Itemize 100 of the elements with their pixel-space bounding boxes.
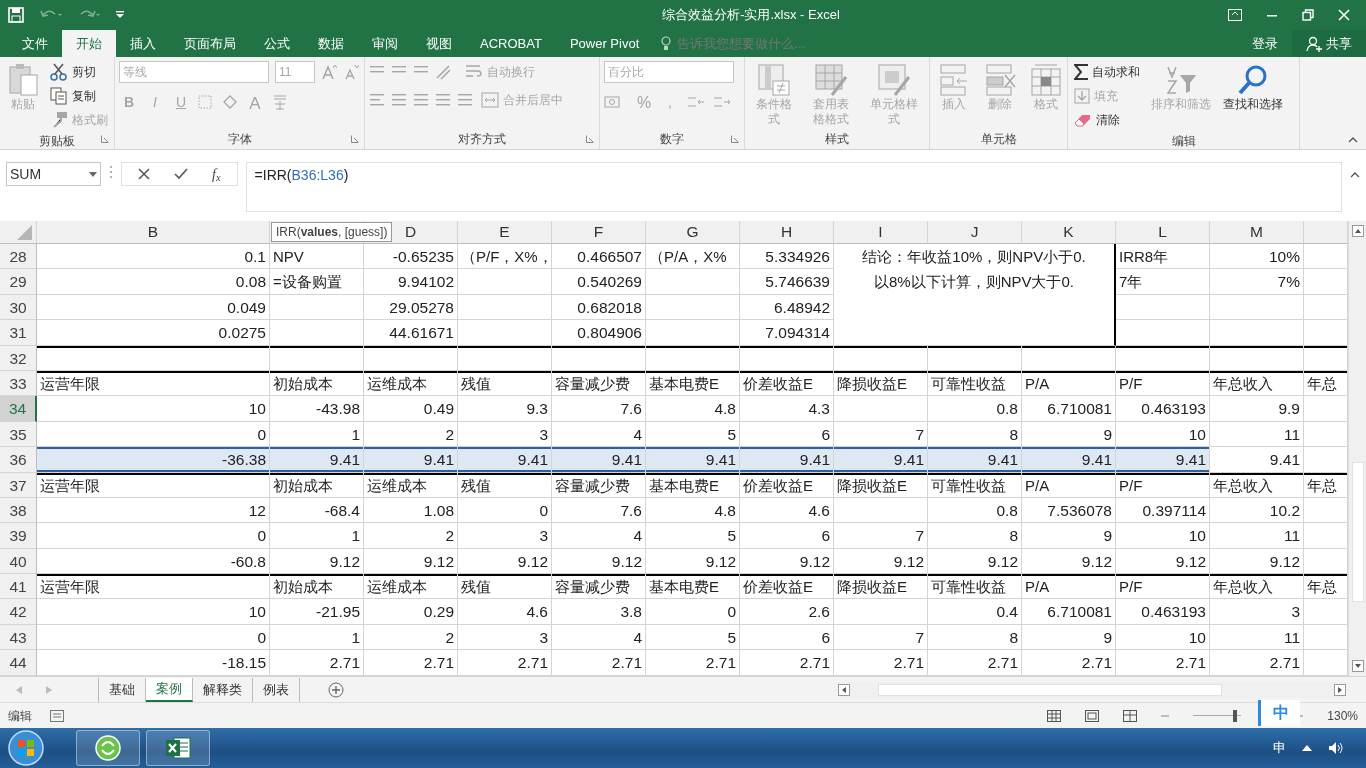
scroll-left-icon[interactable] — [838, 683, 850, 696]
row-header[interactable]: 37 — [0, 472, 37, 498]
macro-record-icon[interactable] — [50, 709, 64, 722]
ribbon-button[interactable]: 查找和选择 — [1220, 61, 1286, 114]
row-header[interactable]: 41 — [0, 574, 37, 600]
save-icon[interactable] — [8, 7, 24, 23]
sigma-icon[interactable] — [1074, 64, 1088, 80]
row-header[interactable]: 30 — [0, 294, 37, 321]
page-break-icon[interactable] — [1123, 709, 1138, 722]
row-header[interactable]: 42 — [0, 599, 37, 625]
expand-formula-icon[interactable] — [1350, 172, 1360, 178]
dialog-launcher-icon[interactable] — [586, 135, 594, 143]
ribbon-tab[interactable]: 插入 — [116, 30, 170, 57]
fill-color-icon[interactable] — [221, 94, 239, 110]
sheet-tab[interactable]: 解释类 — [193, 677, 253, 702]
sheet-tab[interactable]: 案例 — [146, 677, 193, 702]
ribbon-tab[interactable]: 视图 — [412, 30, 466, 57]
decrease-indent-icon[interactable] — [435, 92, 451, 108]
shrink-font-icon[interactable] — [343, 64, 359, 80]
column-header[interactable]: K — [1022, 221, 1116, 244]
column-header[interactable]: F — [552, 221, 646, 244]
ribbon-tab[interactable]: 审阅 — [358, 30, 412, 57]
row-header[interactable]: 36 — [0, 447, 37, 473]
ribbon-tab[interactable]: Power Pivot — [555, 30, 654, 57]
page-layout-icon[interactable] — [1085, 709, 1100, 722]
row-header[interactable]: 32 — [0, 345, 37, 371]
slider-thumb[interactable] — [1232, 709, 1237, 722]
column-header[interactable]: B — [37, 221, 270, 244]
row-header[interactable]: 38 — [0, 497, 37, 524]
dialog-launcher-icon[interactable] — [731, 135, 739, 143]
speaker-icon[interactable] — [1328, 741, 1344, 755]
border-icon[interactable] — [197, 94, 215, 110]
name-box[interactable]: SUM — [6, 162, 101, 186]
ribbon-button[interactable]: 复制 — [48, 85, 110, 107]
row-header[interactable]: 44 — [0, 650, 37, 676]
column-header[interactable]: J — [928, 221, 1022, 244]
taskbar-app[interactable] — [76, 730, 140, 766]
row-header[interactable]: 40 — [0, 548, 37, 575]
align-center-icon[interactable] — [391, 92, 407, 108]
ime-indicator[interactable]: 中 — [1258, 700, 1300, 726]
column-header[interactable]: L — [1116, 221, 1210, 244]
grow-font-icon[interactable] — [321, 64, 337, 80]
vertical-scrollbar[interactable] — [1348, 221, 1366, 676]
increase-decimal-icon[interactable] — [686, 94, 706, 110]
scroll-up-icon[interactable] — [1351, 225, 1364, 237]
restore-icon[interactable] — [1302, 9, 1314, 21]
copy-icon[interactable] — [50, 87, 68, 105]
row-header[interactable]: 29 — [0, 269, 37, 295]
share-button[interactable]: 共享 — [1292, 30, 1366, 57]
ribbon-tab[interactable]: 开始 — [62, 30, 116, 57]
column-header[interactable]: M — [1210, 221, 1304, 244]
row-header[interactable]: 43 — [0, 624, 37, 651]
collapse-ribbon-icon[interactable] — [1348, 137, 1358, 143]
column-header[interactable]: G — [646, 221, 740, 244]
ribbon-button[interactable]: 清除 — [1072, 109, 1142, 131]
tell-me-field[interactable]: 告诉我您想要做什么... — [675, 32, 876, 55]
ribbon-tab[interactable]: 文件 — [8, 30, 62, 57]
ribbon-tab[interactable]: 页面布局 — [170, 30, 250, 57]
ribbon-tab[interactable]: ACROBAT — [466, 30, 556, 57]
insert-function-button[interactable]: f$_{x}$ — [212, 163, 221, 185]
align-left-icon[interactable] — [369, 92, 385, 108]
close-icon[interactable] — [1338, 9, 1350, 21]
ribbon-button[interactable]: 自动求和 — [1072, 61, 1142, 83]
dialog-launcher-icon[interactable] — [351, 135, 359, 143]
previous-sheet-icon[interactable] — [16, 685, 22, 694]
row-header[interactable]: 34 — [0, 396, 37, 422]
customize-icon[interactable] — [116, 11, 124, 19]
ribbon-tab[interactable]: 数据 — [304, 30, 358, 57]
align-right-icon[interactable] — [413, 92, 429, 108]
column-header[interactable]: E — [458, 221, 552, 244]
tray-arrow-icon[interactable] — [1302, 745, 1312, 751]
start-button[interactable] — [6, 729, 46, 767]
scissors-icon[interactable] — [50, 63, 68, 81]
dialog-launcher-icon[interactable] — [101, 135, 109, 143]
column-header[interactable]: I — [834, 221, 928, 244]
decrease-decimal-icon[interactable] — [712, 94, 732, 110]
formula-input[interactable]: =IRR(B36:L36) — [245, 162, 1342, 212]
enter-icon[interactable] — [174, 168, 188, 180]
column-header[interactable]: H — [740, 221, 834, 244]
taskbar-app[interactable] — [146, 730, 210, 766]
row-header[interactable]: 33 — [0, 370, 37, 397]
row-header[interactable]: 31 — [0, 320, 37, 346]
zoom-level[interactable]: 130% — [1327, 706, 1358, 725]
phonetic-guide-icon[interactable] — [271, 93, 289, 111]
scroll-right-icon[interactable] — [1334, 683, 1346, 696]
add-sheet-icon[interactable] — [328, 681, 344, 698]
horizontal-scrollbar[interactable] — [838, 681, 1346, 698]
scroll-down-icon[interactable] — [1351, 660, 1364, 672]
ribbon-button[interactable]: 剪切 — [48, 61, 110, 83]
row-header[interactable]: 39 — [0, 523, 37, 549]
scrollbar-thumb[interactable] — [1351, 462, 1364, 602]
increase-indent-icon[interactable] — [457, 92, 473, 108]
normal-view-icon[interactable] — [1047, 709, 1062, 722]
sheet-tab[interactable]: 例表 — [253, 677, 300, 702]
row-header[interactable]: 28 — [0, 244, 37, 270]
next-sheet-icon[interactable] — [46, 685, 52, 694]
ribbon-display-icon[interactable] — [1228, 9, 1242, 21]
cancel-icon[interactable] — [138, 168, 150, 180]
tray-ime[interactable]: 申 — [1273, 738, 1286, 758]
row-header[interactable]: 35 — [0, 421, 37, 448]
